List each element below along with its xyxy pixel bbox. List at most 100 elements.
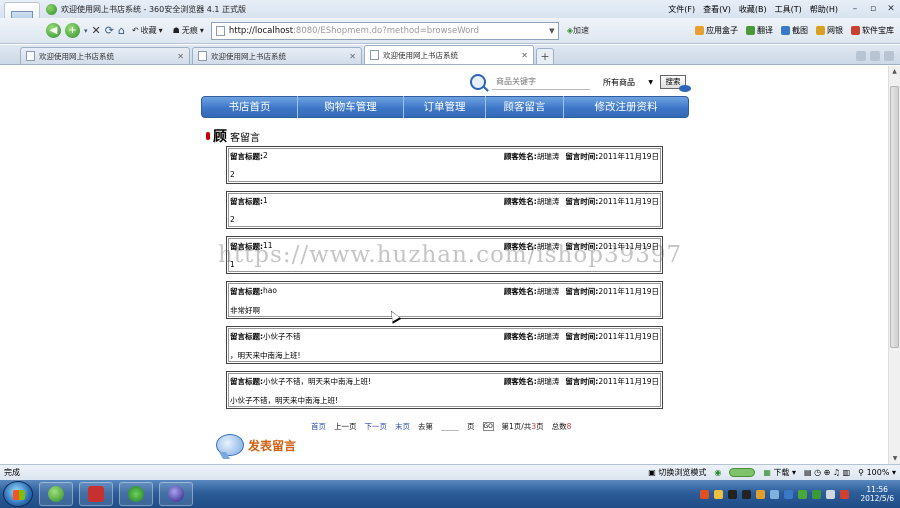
tab-1[interactable]: 欢迎使用网上书店系统 ✕ [20,47,190,64]
new-tab-button[interactable]: + [536,48,554,64]
page-icon [26,51,35,61]
tray-icon-volume[interactable] [826,489,836,499]
translate-icon [746,26,755,35]
last-page-link[interactable]: 末页 [395,421,410,432]
tab-list-icon[interactable] [856,51,866,61]
download-button[interactable]: ▦ 下载 ▾ [763,467,796,478]
menu-help[interactable]: 帮助(H) [810,4,838,15]
taskbar-app-red[interactable] [79,482,113,506]
screenshot-button[interactable]: 截图 [781,25,808,36]
menu-file[interactable]: 文件(F) [668,4,695,15]
nav-orders[interactable]: 订单管理 [404,96,486,118]
tray-icon-s[interactable] [700,489,710,499]
go-button[interactable]: GO [482,422,494,431]
switch-mode-button[interactable]: ▣ 切换浏览模式 [648,467,706,478]
tray-icon-qq[interactable] [728,489,738,499]
tray-icon-360[interactable] [798,489,808,499]
tray-icon-person[interactable] [714,489,724,499]
name-label: 顾客姓名: [503,377,537,386]
stop-icon[interactable]: ✕ [92,24,101,37]
category-select[interactable]: 所有商品 ▼ [600,75,656,90]
total-value: 8 [566,422,572,431]
page-icon [370,50,379,60]
taskbar-app-eclipse[interactable] [159,482,193,506]
message-body: ，明天来中南海上班! [230,351,301,360]
system-clock[interactable]: 11:56 2012/5/6 [860,485,894,503]
tab-3-active[interactable]: 欢迎使用网上书店系统 ✕ [364,45,534,64]
app-box-button[interactable]: 应用盒子 [695,25,738,36]
watermark: https://www.huzhan.com/ishop39397 [218,242,683,268]
time-label: 留言时间: [565,332,599,341]
mode-toggle[interactable] [729,468,756,477]
speech-bubble-icon [216,434,244,456]
address-bar[interactable]: http://localhost:8080/EShopmem.do?method… [210,21,559,40]
back-button[interactable]: ◀ [46,23,61,38]
message-time: 2011年11月19日 [598,197,659,206]
close-tab-icon[interactable]: ✕ [349,52,356,61]
nav-cart[interactable]: 购物车管理 [298,96,404,118]
time-label: 留言时间: [565,377,599,386]
tray-icon-chat[interactable] [756,489,766,499]
favorites-label: 收藏 [140,26,157,35]
page-info-suffix: 页 [536,422,544,431]
tray-icon-shield[interactable] [784,489,794,499]
forward-button[interactable]: + [65,23,80,38]
globe-icon[interactable]: ◉ [714,468,721,477]
taskbar-browser-360[interactable] [39,482,73,506]
menu-view[interactable]: 查看(V) [703,4,731,15]
title-label: 留言标题: [230,287,263,296]
close-tab-icon[interactable]: ✕ [521,51,528,60]
software-store-button[interactable]: 软件宝库 [851,25,894,36]
menu-tools[interactable]: 工具(T) [775,4,802,15]
accelerate-button[interactable]: ◈加速 [563,25,593,36]
name-label: 顾客姓名: [503,197,537,206]
post-message-link[interactable]: 发表留言 [216,434,296,456]
no-trace-button[interactable]: ☗ 无痕 ▾ [170,22,207,40]
window-controls: – ▫ ✕ [846,2,900,16]
scrollbar-thumb[interactable] [890,86,899,348]
restore-tab-icon[interactable] [870,51,880,61]
maximize-button[interactable]: ▫ [864,2,882,16]
online-banking-button[interactable]: 网银 [816,25,843,36]
scroll-up-icon[interactable]: ▲ [889,66,900,77]
favorites-button[interactable]: ↶ 收藏 ▾ [129,22,166,40]
nav-messages[interactable]: 顾客留言 [486,96,564,118]
refresh-icon[interactable]: ⟳ [105,24,114,37]
next-page-link[interactable]: 下一页 [365,421,388,432]
nav-home[interactable]: 书店首页 [202,96,298,118]
switch-mode-label: 切换浏览模式 [658,468,707,477]
tab-menu-icon[interactable] [884,51,894,61]
first-page-link[interactable]: 首页 [311,421,326,432]
close-tab-icon[interactable]: ✕ [177,52,184,61]
search-button[interactable]: 搜索 [660,75,691,92]
close-window-button[interactable]: ✕ [882,2,900,16]
vertical-scrollbar[interactable]: ▲ ▼ [888,66,900,464]
tray-icon-flag[interactable] [840,489,850,499]
keyword-input[interactable] [492,74,590,90]
scroll-down-icon[interactable]: ▼ [889,453,900,464]
taskbar-app-green[interactable] [119,482,153,506]
zoom-control[interactable]: ⚲ 100% ▾ [858,468,896,477]
browser-toolbar: ◀ + ▾ ✕ ⟳ ⌂ ↶ 收藏 ▾ ☗ 无痕 ▾ http://localhost… [0,18,900,44]
home-icon[interactable]: ⌂ [118,24,125,37]
name-label: 顾客姓名: [503,332,537,341]
minimize-button[interactable]: – [846,2,864,16]
app-green-icon [128,486,144,502]
translate-button[interactable]: 翻译 [746,25,773,36]
tray-icon-update[interactable] [812,489,822,499]
message-body: 2 [230,170,235,179]
menu-bar: 文件(F) 查看(V) 收藏(B) 工具(T) 帮助(H) [668,4,838,15]
prev-page-link[interactable]: 上一页 [334,421,357,432]
tab-2[interactable]: 欢迎使用网上书店系统 ✕ [192,47,362,64]
dropdown-arrow-icon[interactable]: ▾ [84,27,88,35]
page-number-input[interactable] [441,422,459,431]
tray-icon-network[interactable] [770,489,780,499]
tray-icon-qq2[interactable] [742,489,752,499]
download-label: 下载 [773,468,790,477]
menu-favorites[interactable]: 收藏(B) [739,4,767,15]
message-card: 留言标题: 小伙子不错，明天来中南海上班! 顾客姓名:胡瑞涛 留言时间:2011年11… [226,371,663,409]
status-tools-icon[interactable]: ▤ ◷ ⊕ ♫ ▥ [804,468,850,477]
start-button-icon[interactable] [3,481,33,507]
nav-profile[interactable]: 修改注册资料 [564,96,688,118]
url-dropdown-icon[interactable]: ▼ [546,27,558,35]
